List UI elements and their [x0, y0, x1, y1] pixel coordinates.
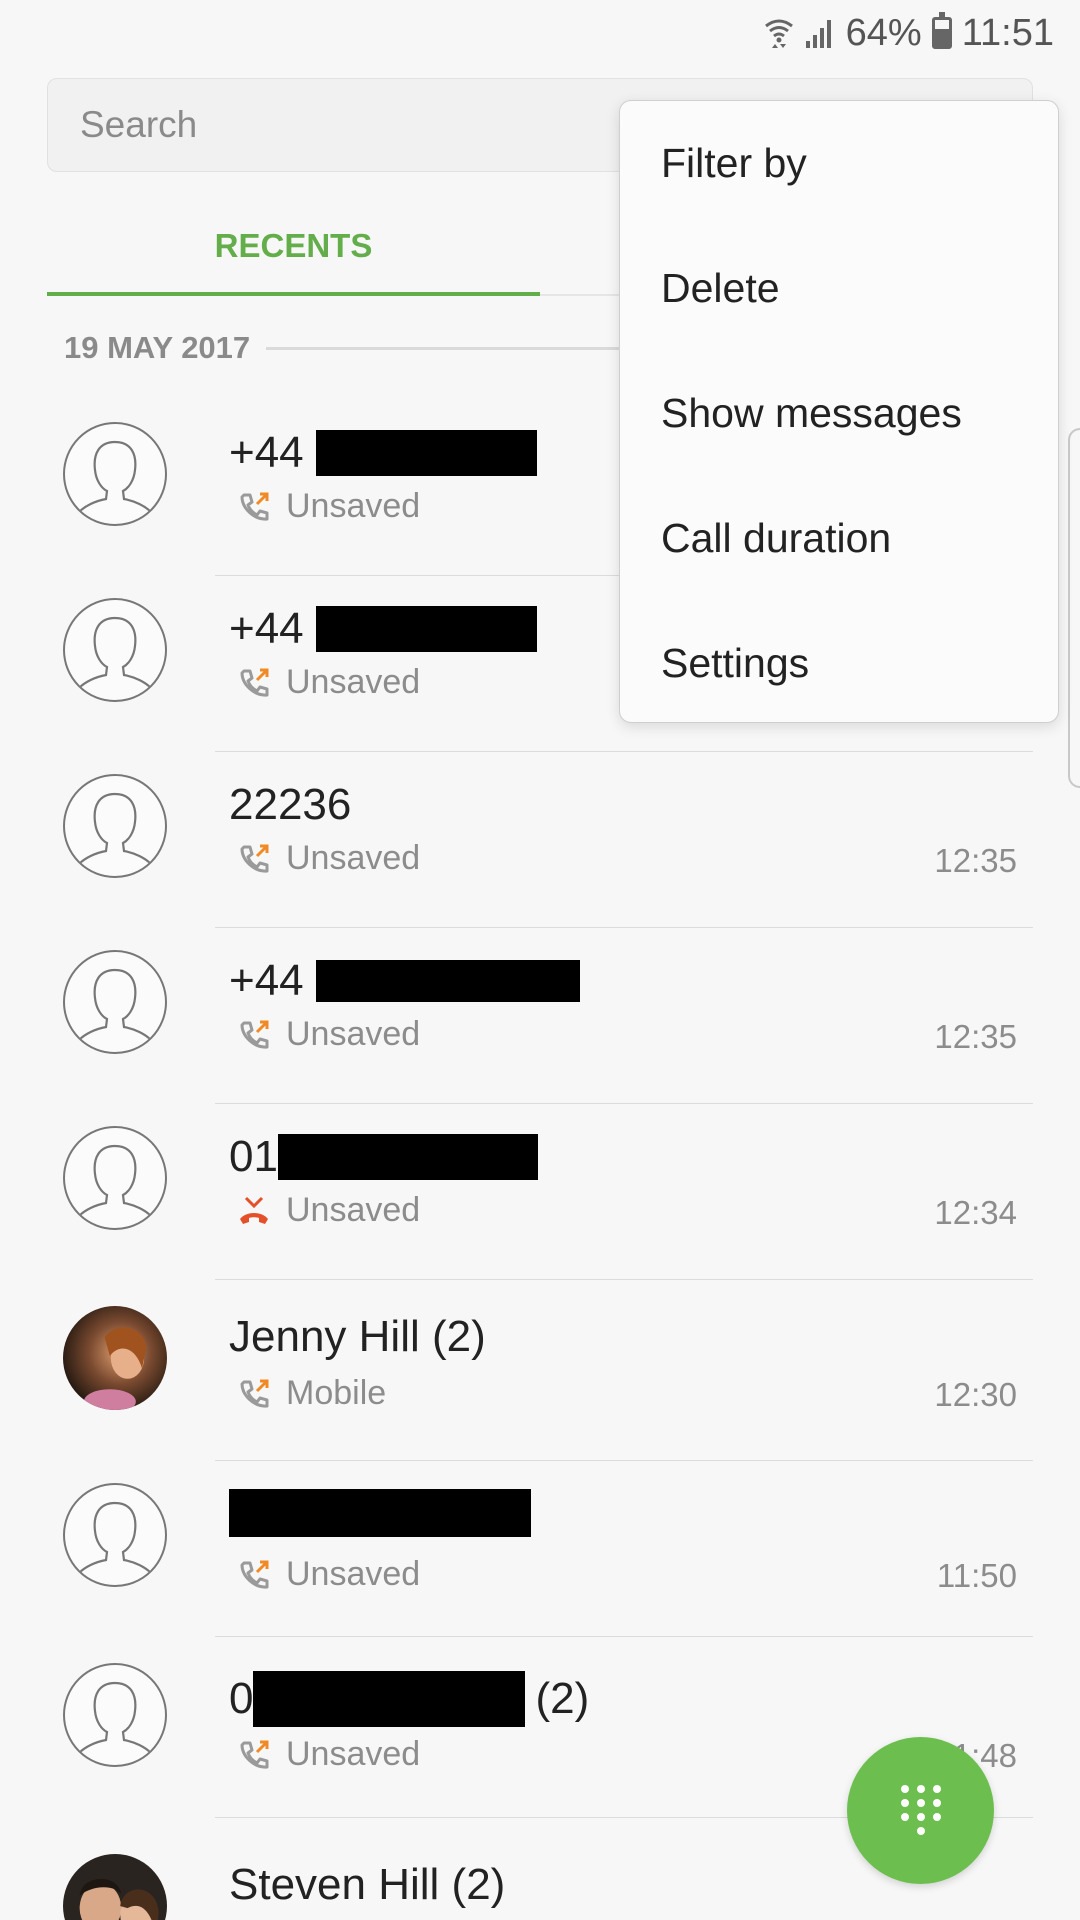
dialpad-icon	[900, 1784, 941, 1835]
call-time: 12:30	[934, 1376, 1017, 1413]
call-time: 11:50	[936, 1557, 1017, 1594]
menu-item-filter-by[interactable]: Filter by	[620, 101, 1058, 226]
avatar-placeholder-icon	[63, 1126, 167, 1230]
overflow-menu: Filter by Delete Show messages Call dura…	[619, 100, 1059, 723]
call-row[interactable]: Jenny Hill (2) Mobile 12:30	[0, 1280, 1080, 1461]
contact-photo	[63, 1854, 167, 1920]
avatar-placeholder-icon	[63, 950, 167, 1054]
contact-name: +44	[229, 428, 537, 478]
call-details: Unsaved	[236, 663, 420, 702]
number-label: Unsaved	[286, 839, 421, 877]
outgoing-call-icon	[240, 1560, 269, 1589]
outgoing-call-icon	[240, 492, 269, 521]
call-details: Unsaved	[236, 839, 420, 878]
number-label: Unsaved	[286, 663, 421, 701]
number-label: Unsaved	[286, 1735, 421, 1773]
wifi-icon	[764, 19, 793, 48]
outgoing-call-icon	[240, 1740, 269, 1769]
contact-name: +44	[229, 956, 580, 1006]
number-label: Unsaved	[286, 1015, 421, 1053]
redacted-block	[315, 430, 537, 476]
outgoing-call-icon	[240, 668, 269, 697]
call-row[interactable]: 01 Unsaved 12:34	[0, 1104, 1080, 1280]
redacted-block	[315, 960, 580, 1002]
call-row[interactable]: +44 Unsaved 12:35	[0, 928, 1080, 1104]
avatar-placeholder-icon	[63, 422, 167, 526]
call-time: 12:35	[934, 1018, 1017, 1055]
number-label: Unsaved	[286, 1555, 421, 1593]
contact-name: Steven Hill (2)	[229, 1860, 506, 1909]
contact-name: +44	[229, 604, 537, 654]
battery-percent: 64%	[845, 11, 922, 54]
redacted-block	[315, 606, 537, 652]
call-time: 12:34	[934, 1194, 1017, 1231]
menu-item-settings[interactable]: Settings	[620, 601, 1058, 726]
call-time: 12:35	[934, 842, 1017, 879]
contact-name: Jenny Hill (2)	[229, 1312, 486, 1361]
number-label: Mobile	[286, 1374, 387, 1412]
call-details: Unsaved	[236, 1735, 420, 1774]
call-details: Unsaved	[236, 1555, 420, 1594]
call-row[interactable]: 22236 Unsaved 12:35	[0, 752, 1080, 928]
contact-name	[229, 1489, 531, 1537]
outgoing-call-icon	[240, 1020, 269, 1049]
number-label: Unsaved	[286, 487, 421, 525]
menu-item-delete[interactable]: Delete	[620, 226, 1058, 351]
outgoing-call-icon	[240, 1379, 269, 1408]
call-details: Mobile	[236, 1374, 386, 1413]
number-label: Unsaved	[286, 1191, 421, 1229]
call-details: Unsaved	[236, 1191, 420, 1230]
avatar-placeholder-icon	[63, 774, 167, 878]
avatar-placeholder-icon	[63, 598, 167, 702]
signal-icon	[805, 20, 831, 48]
edge-panel-handle[interactable]	[1068, 428, 1080, 788]
call-details: Unsaved	[236, 1015, 420, 1054]
avatar-placeholder-icon	[63, 1483, 167, 1587]
call-row[interactable]: Unsaved 11:50	[0, 1461, 1080, 1637]
battery-icon	[931, 12, 952, 49]
contact-name: 0 (2)	[229, 1671, 589, 1727]
contact-name: 22236	[229, 780, 352, 829]
date-header: 19 MAY 2017	[64, 330, 251, 365]
dialpad-button[interactable]	[847, 1737, 994, 1884]
call-details: Unsaved	[236, 487, 420, 526]
rejected-call-icon	[240, 1196, 268, 1224]
tab-recents[interactable]: RECENTS	[47, 200, 540, 296]
redacted-block	[253, 1671, 526, 1727]
contact-photo	[63, 1306, 167, 1410]
menu-item-call-duration[interactable]: Call duration	[620, 476, 1058, 601]
clock: 11:51	[961, 11, 1054, 54]
menu-item-show-messages[interactable]: Show messages	[620, 351, 1058, 476]
redacted-block	[229, 1489, 531, 1537]
redacted-block	[277, 1134, 538, 1180]
avatar-placeholder-icon	[63, 1663, 167, 1767]
status-bar: 64% 11:51	[0, 0, 1080, 66]
outgoing-call-icon	[240, 844, 269, 873]
contact-name: 01	[229, 1132, 538, 1182]
